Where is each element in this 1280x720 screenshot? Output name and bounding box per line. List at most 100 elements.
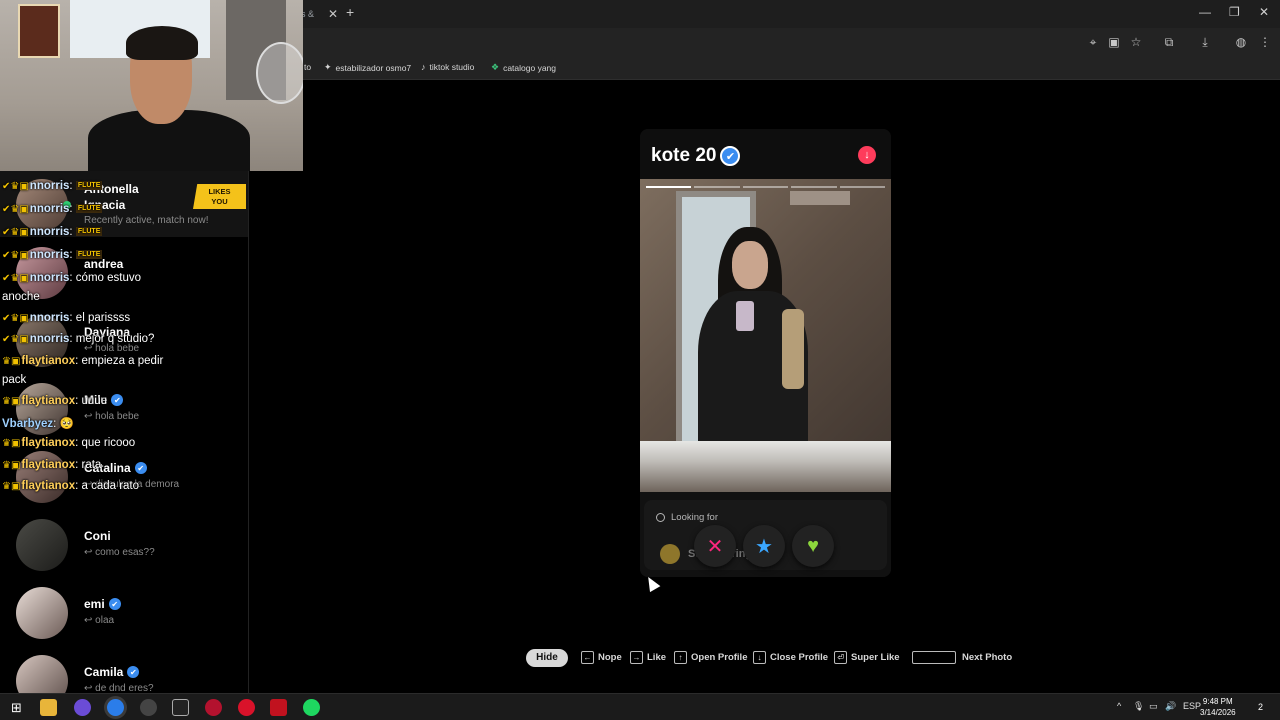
verified-icon: ✔ — [127, 666, 140, 678]
bookmark-item[interactable]: to — [304, 62, 311, 72]
match-name: Catalina ✔ — [84, 461, 147, 475]
clock-time: 9:48 PM — [1202, 697, 1233, 706]
sparkle-icon: ✦ — [324, 62, 332, 72]
super-like-button[interactable]: ★ — [743, 525, 785, 567]
bookmark-label: catalogo yang — [503, 62, 557, 73]
match-last-message: ↩ disculpa la demora — [84, 479, 180, 490]
match-status: Recently active, match now! — [84, 215, 209, 226]
match-item[interactable]: andrea — [0, 247, 248, 309]
catalog-icon: ❖ — [491, 62, 500, 72]
thinking-face-icon — [660, 544, 680, 564]
hint-like: → Like — [630, 651, 666, 664]
extensions-icon[interactable]: ⧉ — [1161, 34, 1177, 50]
voicemeeter-icon[interactable] — [270, 699, 287, 716]
app-icon[interactable] — [74, 699, 91, 716]
collapse-profile-button[interactable]: ↓ — [858, 146, 876, 164]
like-button[interactable]: ♥ — [792, 525, 834, 567]
bookmark-item[interactable]: ✦ estabilizador osmo7 — [324, 62, 411, 73]
avatar — [16, 383, 68, 435]
photo-progress-segment[interactable] — [694, 186, 740, 188]
photo-progress-segment[interactable] — [742, 186, 789, 188]
match-last-message: ↩ hola bebe — [84, 343, 140, 354]
likes-you-badge: LIKES YOU — [193, 184, 246, 209]
enter-key-icon: ⏎ — [834, 651, 847, 664]
download-icon[interactable]: ⤓ — [1197, 34, 1213, 50]
nope-button[interactable]: ✕ — [694, 525, 736, 567]
new-tab-button[interactable]: + — [346, 4, 354, 20]
avatar — [16, 315, 68, 367]
volume-icon[interactable]: 🔊 — [1165, 701, 1176, 712]
match-name: Coni — [84, 529, 111, 543]
notification-count: 2 — [1257, 702, 1263, 712]
minimize-button[interactable]: — — [1199, 5, 1211, 19]
notification-button[interactable]: 2 — [1252, 699, 1269, 716]
space-key-icon — [912, 651, 956, 664]
streamer-image — [88, 26, 250, 171]
capcut-icon[interactable] — [172, 699, 189, 716]
profile-card[interactable]: kote 20 ✔ ↓ Looking for Still figuring i… — [640, 129, 891, 577]
windows-taskbar: ⊞ ^ 🎙 ▭ 🔊 ESP 9:48 PM 3/14/2026 2 — [0, 693, 1280, 720]
hint-open-profile: ↑ Open Profile — [674, 651, 747, 664]
hide-hints-button[interactable]: Hide — [526, 649, 568, 667]
card-header: kote 20 ✔ ↓ — [640, 129, 891, 179]
photo-progress-segment[interactable] — [839, 186, 885, 188]
arrow-left-icon: ← — [581, 651, 594, 664]
start-icon[interactable]: ⊞ — [8, 699, 25, 716]
bookmark-label: tiktok studio — [429, 62, 475, 72]
avatar — [16, 247, 68, 299]
close-window-button[interactable]: ✕ — [1259, 5, 1269, 19]
match-item[interactable]: Camila ✔ ↩ de dnd eres? — [0, 655, 248, 693]
likes-you-card[interactable]: Antonella Ignacia Recently active, match… — [0, 171, 248, 237]
match-item[interactable]: Coni ↩ como esas?? — [0, 519, 248, 581]
chrome-icon[interactable] — [107, 699, 124, 716]
bookmark-item[interactable]: ❖ catalogo yang — [491, 62, 556, 73]
network-icon[interactable]: ▭ — [1149, 701, 1158, 712]
match-name: Camila ✔ — [84, 665, 140, 679]
match-last-message: ↩ como esas?? — [84, 547, 155, 558]
menu-icon[interactable]: ⋮ — [1257, 34, 1273, 50]
looking-for-label: Looking for — [656, 512, 718, 523]
avatar — [16, 655, 68, 693]
spotify-icon[interactable] — [303, 699, 320, 716]
app-icon[interactable] — [140, 699, 157, 716]
bookmark-item[interactable]: ♪ tiktok studio — [421, 62, 474, 72]
file-explorer-icon[interactable] — [40, 699, 57, 716]
bookmark-label: estabilizador osmo7 — [335, 62, 412, 73]
star-icon[interactable]: ☆ — [1128, 34, 1144, 50]
tiktok-icon: ♪ — [421, 62, 426, 72]
hint-next-photo: Next Photo — [912, 651, 1012, 664]
photo-progress-segment[interactable] — [791, 186, 837, 188]
verified-icon: ✔ — [108, 598, 121, 610]
avatar — [16, 179, 68, 231]
badge-line: YOU — [211, 197, 228, 206]
hint-close-profile: ↓ Close Profile — [753, 651, 828, 664]
match-item[interactable]: Catalina ✔ ↩ disculpa la demora — [0, 451, 248, 513]
match-name: andrea — [84, 257, 124, 271]
poster-image — [18, 4, 60, 58]
profile-photo[interactable] — [640, 179, 891, 492]
restore-button[interactable]: ❐ — [1229, 5, 1240, 19]
location-icon[interactable]: ⌖ — [1085, 34, 1101, 50]
cast-icon[interactable]: ▣ — [1106, 34, 1122, 50]
match-name: emi ✔ — [84, 597, 121, 611]
taskbar-clock[interactable]: 9:48 PM 3/14/2026 — [1200, 696, 1236, 718]
language-indicator[interactable]: ESP — [1183, 701, 1201, 711]
profile-name: kote 20 ✔ — [651, 145, 741, 167]
app-icon[interactable] — [205, 699, 222, 716]
profile-icon[interactable]: ◍ — [1233, 34, 1249, 50]
tab-close-icon[interactable]: ✕ — [328, 7, 338, 21]
photo-progress-segment[interactable] — [646, 186, 692, 188]
webcam-overlay — [0, 0, 303, 171]
match-item[interactable]: emi ✔ ↩ olaa — [0, 587, 248, 649]
profile-info: Looking for Still figuring it out ✕ ★ ♥ — [640, 492, 891, 577]
verified-icon: ✔ — [134, 462, 147, 474]
match-item[interactable]: Mile ✔ ↩ hola bebe — [0, 383, 248, 445]
tray-chevron-icon[interactable]: ^ — [1117, 701, 1121, 711]
avatar — [16, 519, 68, 571]
microphone-icon[interactable]: 🎙 — [1133, 701, 1144, 712]
match-item[interactable]: Dayiana ↩ hola bebe — [0, 315, 248, 377]
opera-icon[interactable] — [238, 699, 255, 716]
verified-icon: ✔ — [111, 394, 124, 406]
arrow-right-icon: → — [630, 651, 643, 664]
matches-sidebar: Antonella Ignacia Recently active, match… — [0, 171, 249, 693]
